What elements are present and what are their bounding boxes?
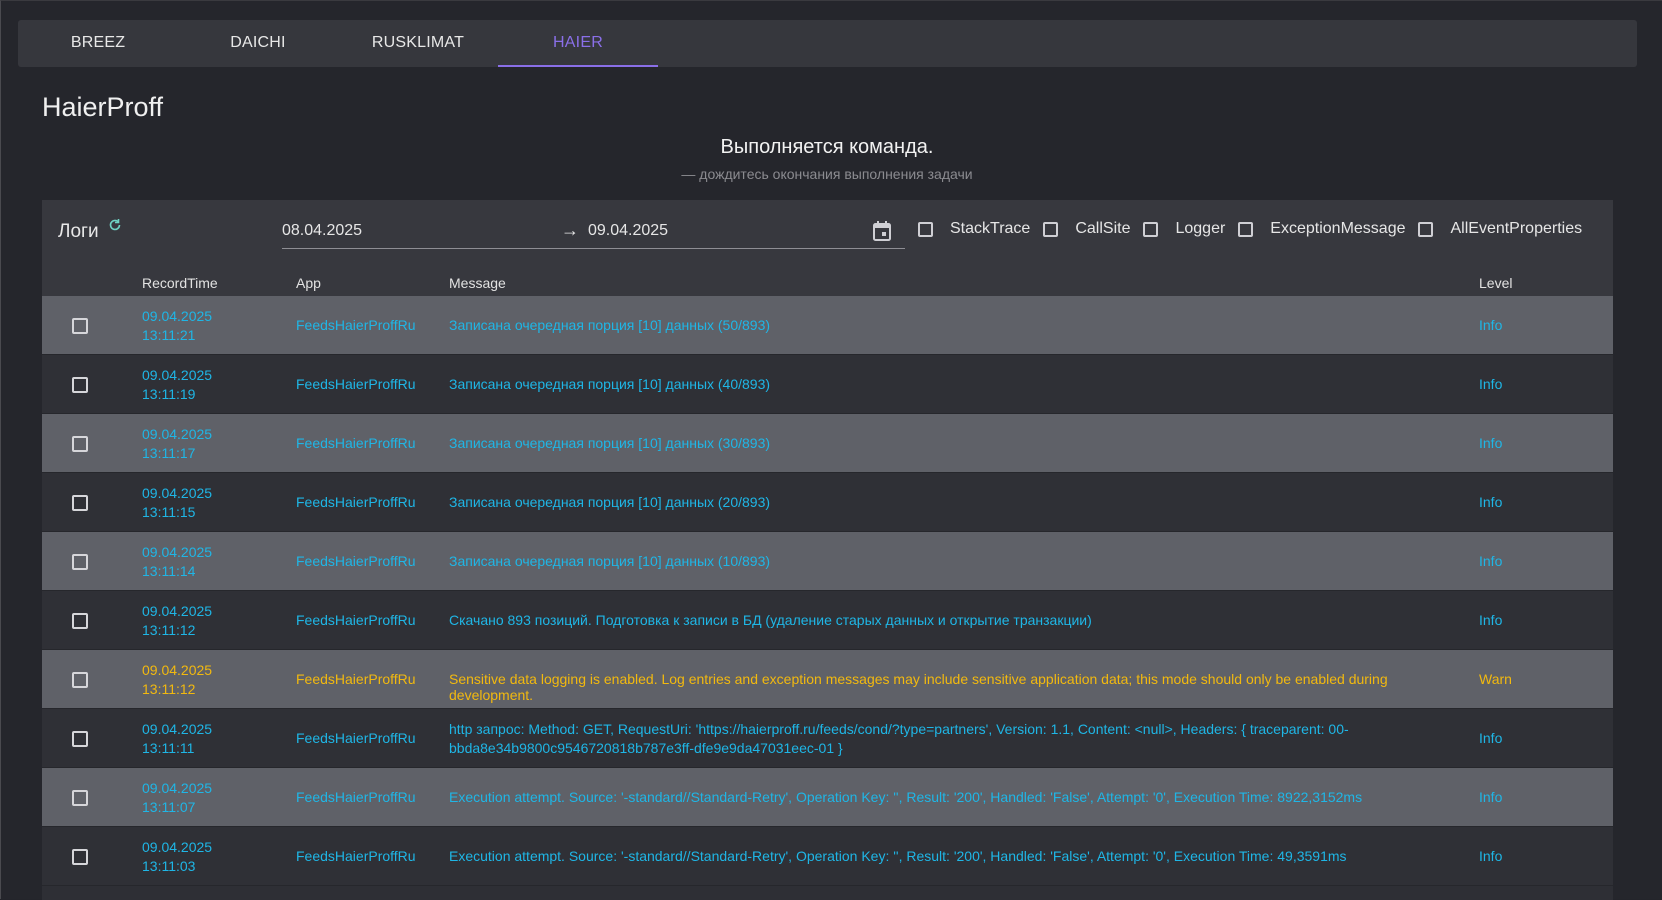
table-row[interactable]: 09.04.2025 13:11:14 FeedsHaierProffRu Зап… xyxy=(42,532,1613,591)
table-row[interactable]: 09.04.2025 13:11:12 FeedsHaierProffRu Ска… xyxy=(42,591,1613,650)
row-checkbox[interactable] xyxy=(72,731,88,747)
record-app: FeedsHaierProffRu xyxy=(296,435,416,451)
record-time: 09.04.2025 13:11:17 xyxy=(142,426,213,461)
log-field-filters: StackTrace CallSite Logger ExceptionMess… xyxy=(918,220,1595,238)
column-header-recordtime[interactable]: RecordTime xyxy=(142,275,218,291)
arrow-right-icon: → xyxy=(561,220,579,240)
record-level: Info xyxy=(1479,317,1503,333)
date-range-field[interactable]: 08.04.2025 → 09.04.2025 xyxy=(282,212,905,249)
record-time: 09.04.2025 13:11:19 xyxy=(142,367,213,402)
command-status-subtitle: — дождитесь окончания выполнения задачи xyxy=(681,166,973,182)
record-time: 09.04.2025 13:11:14 xyxy=(142,544,213,579)
filter-label: StackTrace xyxy=(950,220,1031,237)
record-level: Info xyxy=(1479,435,1503,451)
record-message: Execution attempt. Source: '-standard//S… xyxy=(449,789,1363,805)
filter-alleventproperties[interactable]: AllEventProperties xyxy=(1418,220,1582,238)
record-app: FeedsHaierProffRu xyxy=(296,553,416,569)
command-status-title: Выполняется команда. xyxy=(720,136,934,158)
record-message: Записана очередная порция [10] данных (3… xyxy=(449,435,771,451)
logs-toolbar: Логи 08.04.2025 → 09.04.2025 StackTrace … xyxy=(42,200,1613,296)
record-app: FeedsHaierProffRu xyxy=(296,671,416,687)
record-message: Sensitive data logging is enabled. Log e… xyxy=(449,671,1388,703)
record-message: Execution attempt. Source: '-standard//S… xyxy=(449,848,1347,864)
app-window: BREEZ DAICHI RUSKLIMAT HAIER HaierProff … xyxy=(0,0,1662,900)
log-table-body: 09.04.2025 13:11:21 FeedsHaierProffRu Зап… xyxy=(42,296,1613,886)
page-title: HaierProff xyxy=(42,92,164,122)
record-time: 09.04.2025 13:11:11 xyxy=(142,721,213,756)
row-checkbox[interactable] xyxy=(72,849,88,865)
row-checkbox[interactable] xyxy=(72,495,88,511)
date-from-input[interactable]: 08.04.2025 xyxy=(282,222,362,240)
row-checkbox[interactable] xyxy=(72,613,88,629)
record-message: Скачано 893 позиций. Подготовка к записи… xyxy=(449,612,1092,628)
row-checkbox[interactable] xyxy=(72,790,88,806)
table-row[interactable]: 09.04.2025 13:11:07 FeedsHaierProffRu Exe… xyxy=(42,768,1613,827)
tab-daichi[interactable]: DAICHI xyxy=(178,20,338,67)
tab-haier[interactable]: HAIER xyxy=(498,20,658,67)
column-header-message[interactable]: Message xyxy=(449,275,506,291)
row-checkbox[interactable] xyxy=(72,318,88,334)
row-checkbox[interactable] xyxy=(72,554,88,570)
record-level: Warn xyxy=(1479,671,1512,687)
table-row[interactable]: 09.04.2025 13:11:11 FeedsHaierProffRu htt… xyxy=(42,709,1613,768)
row-checkbox[interactable] xyxy=(72,672,88,688)
record-time: 09.04.2025 13:11:03 xyxy=(142,839,213,874)
record-message: Записана очередная порция [10] данных (2… xyxy=(449,494,771,510)
column-header-level[interactable]: Level xyxy=(1479,275,1512,291)
row-checkbox[interactable] xyxy=(72,436,88,452)
table-row[interactable]: 09.04.2025 13:11:19 FeedsHaierProffRu Зап… xyxy=(42,355,1613,414)
record-level: Info xyxy=(1479,730,1503,746)
checkbox[interactable] xyxy=(1143,221,1159,237)
logs-panel: Логи 08.04.2025 → 09.04.2025 StackTrace … xyxy=(42,200,1613,900)
calendar-icon[interactable] xyxy=(873,221,891,241)
record-time: 09.04.2025 13:11:12 xyxy=(142,603,213,638)
table-row[interactable]: 09.04.2025 13:11:15 FeedsHaierProffRu Зап… xyxy=(42,473,1613,532)
checkbox[interactable] xyxy=(1418,221,1434,237)
filter-stacktrace[interactable]: StackTrace xyxy=(918,220,1030,238)
filter-callsite[interactable]: CallSite xyxy=(1043,220,1130,238)
filter-label: CallSite xyxy=(1075,220,1131,237)
record-level: Info xyxy=(1479,494,1503,510)
filter-label: AllEventProperties xyxy=(1450,220,1583,237)
table-row[interactable]: 09.04.2025 13:11:17 FeedsHaierProffRu Зап… xyxy=(42,414,1613,473)
filter-exceptionmessage[interactable]: ExceptionMessage xyxy=(1238,220,1405,238)
record-message: http запрос: Method: GET, RequestUri: 'h… xyxy=(449,721,1349,756)
record-app: FeedsHaierProffRu xyxy=(296,317,416,333)
record-app: FeedsHaierProffRu xyxy=(296,376,416,392)
refresh-icon[interactable] xyxy=(108,218,122,232)
record-level: Info xyxy=(1479,553,1503,569)
record-level: Info xyxy=(1479,848,1503,864)
filter-logger[interactable]: Logger xyxy=(1143,220,1225,238)
record-message: Записана очередная порция [10] данных (1… xyxy=(449,553,771,569)
record-app: FeedsHaierProffRu xyxy=(296,848,416,864)
record-time: 09.04.2025 13:11:07 xyxy=(142,780,213,815)
record-level: Info xyxy=(1479,376,1503,392)
vendor-tabs: BREEZ DAICHI RUSKLIMAT HAIER xyxy=(18,20,1637,67)
record-level: Info xyxy=(1479,789,1503,805)
checkbox[interactable] xyxy=(1238,221,1254,237)
logs-title: Логи xyxy=(58,221,99,242)
checkbox[interactable] xyxy=(1043,221,1059,237)
tab-breez[interactable]: BREEZ xyxy=(18,20,178,67)
record-message: Записана очередная порция [10] данных (4… xyxy=(449,376,771,392)
record-message: Записана очередная порция [10] данных (5… xyxy=(449,317,771,333)
record-app: FeedsHaierProffRu xyxy=(296,730,416,746)
record-app: FeedsHaierProffRu xyxy=(296,612,416,628)
record-app: FeedsHaierProffRu xyxy=(296,789,416,805)
checkbox[interactable] xyxy=(918,221,933,237)
filter-label: ExceptionMessage xyxy=(1270,220,1406,237)
column-header-app[interactable]: App xyxy=(296,275,321,291)
table-row[interactable]: 09.04.2025 13:11:12 FeedsHaierProffRu Sen… xyxy=(42,650,1613,709)
tab-rusklimat[interactable]: RUSKLIMAT xyxy=(338,20,498,67)
filter-label: Logger xyxy=(1175,220,1226,237)
table-row[interactable]: 09.04.2025 13:11:21 FeedsHaierProffRu Зап… xyxy=(42,296,1613,355)
record-app: FeedsHaierProffRu xyxy=(296,494,416,510)
record-time: 09.04.2025 13:11:15 xyxy=(142,485,213,520)
date-to-input[interactable]: 09.04.2025 xyxy=(588,222,668,240)
record-level: Info xyxy=(1479,612,1503,628)
record-time: 09.04.2025 13:11:12 xyxy=(142,662,213,697)
row-checkbox[interactable] xyxy=(72,377,88,393)
record-time: 09.04.2025 13:11:21 xyxy=(142,308,213,343)
table-row[interactable]: 09.04.2025 13:11:03 FeedsHaierProffRu Exe… xyxy=(42,827,1613,886)
